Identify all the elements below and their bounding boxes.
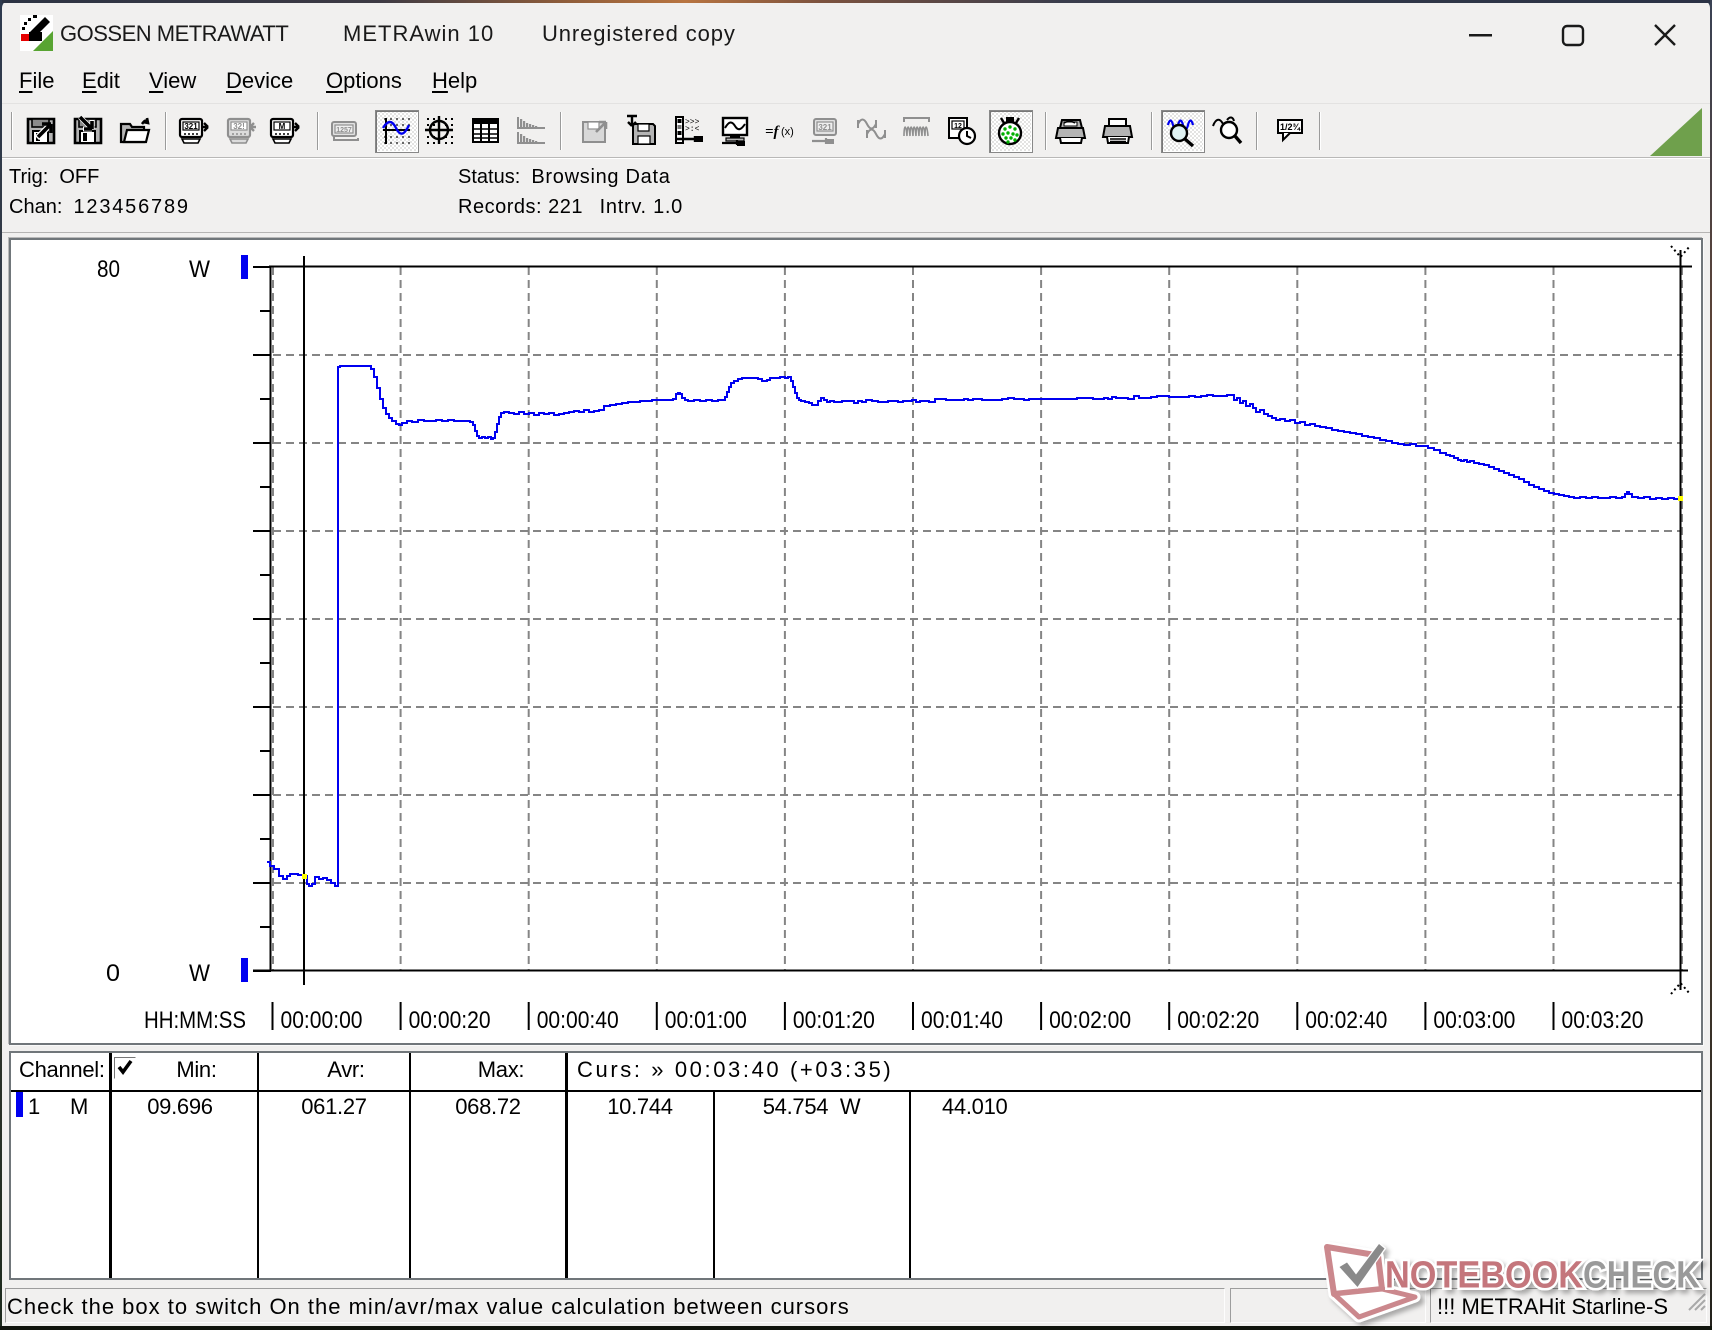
svg-text:00:03:20: 00:03:20 — [1562, 1007, 1644, 1034]
svg-text:(x): (x) — [781, 126, 794, 138]
svg-text:00:00:00: 00:00:00 — [281, 1007, 363, 1034]
svg-text:00:03:00: 00:03:00 — [1433, 1007, 1515, 1034]
svg-text:00:02:00: 00:02:00 — [1049, 1007, 1131, 1034]
svg-text:00:01:00: 00:01:00 — [665, 1007, 747, 1034]
svg-text:00:01:20: 00:01:20 — [793, 1007, 875, 1034]
svg-text:NOTEBOOK: NOTEBOOK — [1385, 1255, 1583, 1297]
svg-text:W: W — [189, 960, 210, 987]
svg-text:CHECK: CHECK — [1583, 1255, 1700, 1297]
svg-text:1257: 1257 — [336, 127, 352, 134]
svg-text:0: 0 — [106, 960, 120, 987]
svg-text:80: 80 — [97, 256, 120, 283]
svg-text:00:00:40: 00:00:40 — [537, 1007, 619, 1034]
svg-text:321: 321 — [818, 123, 832, 132]
svg-text:00:02:40: 00:02:40 — [1305, 1007, 1387, 1034]
svg-text:00:00:20: 00:00:20 — [409, 1007, 491, 1034]
svg-text:12: 12 — [954, 123, 962, 130]
svg-text:W: W — [189, 256, 210, 283]
svg-text:321: 321 — [184, 122, 198, 131]
svg-text:HH:MM:SS: HH:MM:SS — [144, 1007, 246, 1034]
svg-text:00:01:40: 00:01:40 — [921, 1007, 1003, 1034]
svg-text:00:02:20: 00:02:20 — [1177, 1007, 1259, 1034]
svg-text:>:<: >:< — [685, 125, 700, 134]
svg-text:=f: =f — [765, 124, 781, 140]
svg-text:1/2¾: 1/2¾ — [1280, 122, 1302, 132]
svg-text:M: M — [279, 122, 286, 131]
svg-text:32!: 32! — [233, 122, 245, 131]
